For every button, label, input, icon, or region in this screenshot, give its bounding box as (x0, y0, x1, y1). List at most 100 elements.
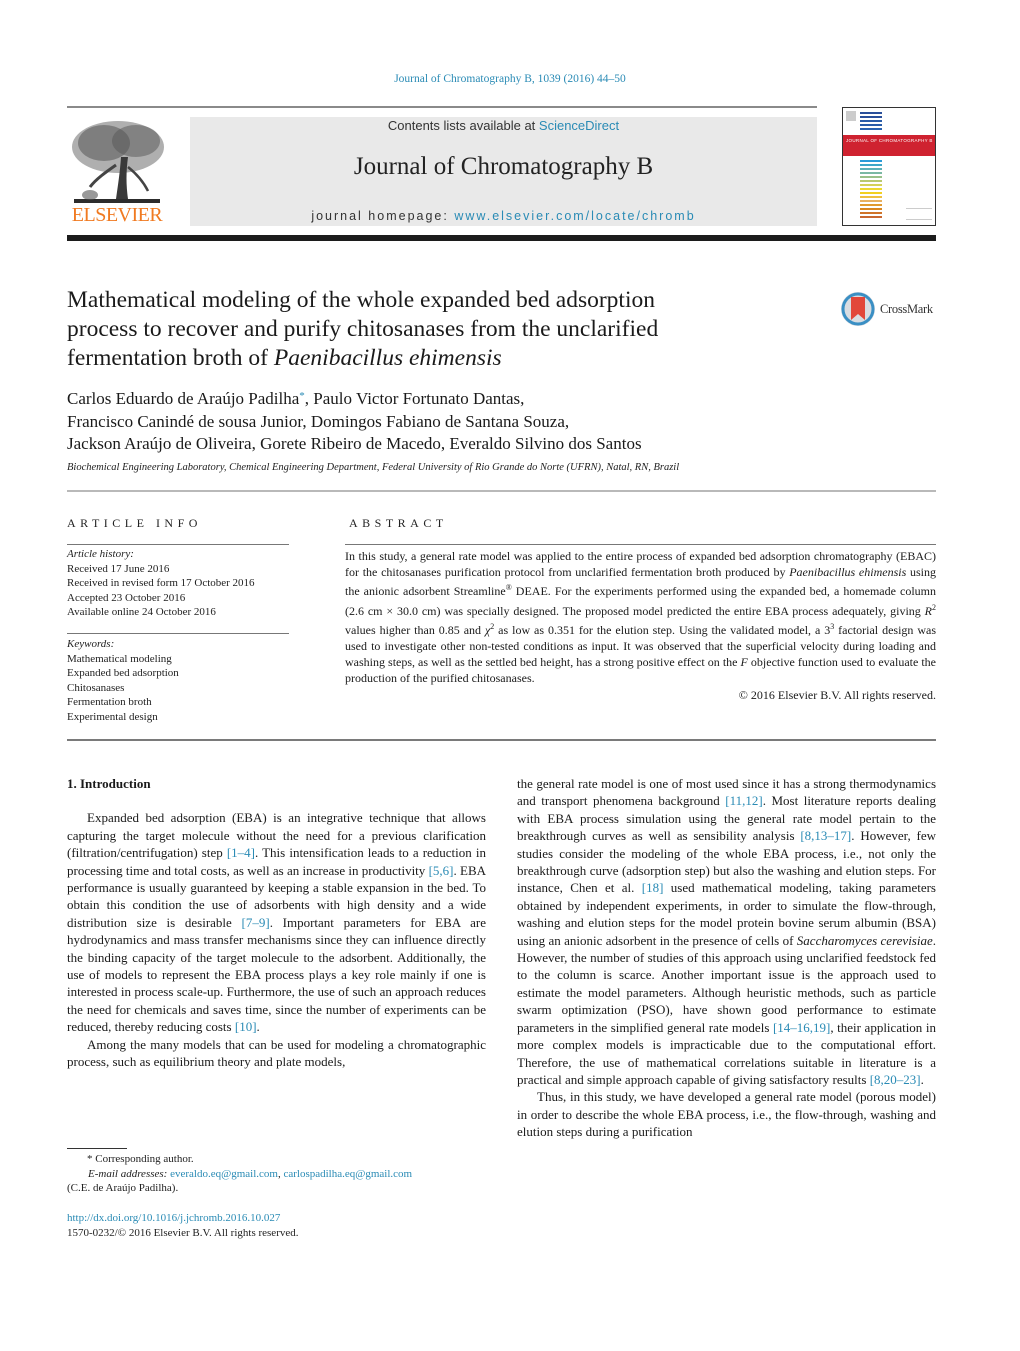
citation-link[interactable]: [8,13–17] (800, 828, 851, 843)
body-paragraph: the general rate model is one of most us… (517, 775, 936, 1088)
keywords: Keywords: Mathematical modeling Expanded… (67, 637, 179, 724)
email-link[interactable]: carlospadilha.eq@gmail.com (283, 1168, 412, 1180)
body-text: . Important parameters for EBA are hydro… (67, 914, 486, 1035)
email-owner: (C.E. de Araújo Padilha). (67, 1182, 179, 1194)
cover-stripe (860, 128, 882, 130)
journal-title: Journal of Chromatography B (353, 153, 654, 180)
sciencedirect-link[interactable]: ScienceDirect (539, 118, 619, 133)
body-paragraph: Expanded bed adsorption (EBA) is an inte… (67, 809, 486, 1035)
email-label: E-mail addresses: (88, 1167, 171, 1180)
citation-link[interactable]: [10] (235, 1019, 257, 1034)
author-names: , Paulo Victor Fortunato Dantas, (304, 389, 525, 408)
title-text: fermentation broth of (67, 345, 274, 371)
cover-stripe (860, 116, 882, 118)
homepage-prefix: journal homepage: (311, 209, 455, 223)
elsevier-wordmark: ELSEVIER (71, 204, 163, 226)
keyword-item: Expanded bed adsorption (67, 667, 179, 679)
keyword-item: Mathematical modeling (67, 652, 172, 665)
author-name[interactable]: Carlos Eduardo de Araújo Padilha (67, 389, 299, 408)
body-paragraph: Among the many models that can be used f… (67, 1036, 486, 1070)
keyword-item: Fermentation broth (67, 696, 152, 708)
article-title: Mathematical modeling of the whole expan… (67, 286, 827, 373)
author-list: Carlos Eduardo de Araújo Padilha*, Paulo… (67, 385, 827, 456)
homepage-link[interactable]: www.elsevier.com/locate/chromb (454, 209, 695, 223)
abstract-heading: ABSTRACT (349, 516, 448, 530)
email-link[interactable]: everaldo.eq@gmail.com (170, 1168, 278, 1180)
cover-title-band: JOURNAL OF CHROMATOGRAPHY B (843, 135, 935, 156)
journal-cover-thumbnail[interactable]: JOURNAL OF CHROMATOGRAPHY B (842, 107, 936, 226)
citation-link[interactable]: [5,6] (429, 863, 454, 878)
citation-link[interactable]: [18] (642, 880, 664, 895)
history-item: Available online 24 October 2016 (67, 606, 216, 618)
cover-stripe (860, 172, 882, 174)
keywords-divider (67, 633, 289, 634)
abstract-text: values higher than 0.85 and (345, 622, 485, 637)
citation-link[interactable]: [1–4] (227, 845, 255, 860)
footnotes: * Corresponding author. E-mail addresses… (67, 1152, 497, 1196)
citation-link[interactable]: [14–16,19] (773, 1020, 830, 1035)
abstract-body: In this study, a general rate model was … (345, 548, 936, 703)
citation-link[interactable]: [7–9] (242, 915, 270, 930)
cover-mini-logo (846, 111, 856, 121)
issn-copyright: 1570-0232/© 2016 Elsevier B.V. All right… (67, 1226, 299, 1239)
history-item: Accepted 23 October 2016 (67, 591, 186, 604)
cover-stripe (860, 124, 882, 126)
crossmark-badge[interactable]: CrossMark (840, 291, 940, 329)
journal-citation-link[interactable]: Journal of Chromatography B, 1039 (2016)… (0, 73, 1020, 85)
cover-stripe (860, 212, 882, 214)
abstract-text: as low as 0.351 for the elution step. Us… (494, 622, 831, 637)
cover-stripe (860, 168, 882, 170)
abstract-divider (345, 544, 936, 545)
section-heading: 1. Introduction (67, 776, 151, 791)
article-history-label: Article history: (67, 548, 134, 560)
cover-stripe (860, 196, 882, 198)
elsevier-logo[interactable]: ELSEVIER (66, 117, 168, 227)
crossmark-icon (841, 292, 875, 326)
body-text: . (920, 1071, 924, 1087)
cover-stripe (860, 204, 882, 206)
cover-title: JOURNAL OF CHROMATOGRAPHY B (846, 138, 933, 143)
superscript: 2 (932, 602, 936, 612)
cover-stripe (860, 112, 882, 114)
homepage-line: journal homepage: www.elsevier.com/locat… (190, 209, 817, 223)
title-line: Mathematical modeling of the whole expan… (67, 287, 655, 313)
f-symbol: F (740, 655, 748, 670)
cover-stripe (860, 120, 882, 122)
doi-block: http://dx.doi.org/10.1016/j.jchromb.2016… (67, 1211, 497, 1240)
body-column-right: the general rate model is one of most us… (517, 775, 936, 1141)
contents-prefix: Contents lists available at (387, 118, 539, 133)
body-column-left: 1. Introduction Expanded bed adsorption … (67, 775, 486, 1071)
email-line: E-mail addresses: everaldo.eq@gmail.com,… (67, 1167, 497, 1182)
author-line: Carlos Eduardo de Araújo Padilha*, Paulo… (67, 385, 827, 411)
cover-stripe (860, 176, 882, 178)
article-history: Article history: Received 17 June 2016 R… (67, 547, 255, 620)
author-line: Jackson Araújo de Oliveira, Gorete Ribei… (67, 434, 642, 453)
cover-stripe (860, 184, 882, 186)
cover-stripe (860, 192, 882, 194)
affiliation-divider (67, 490, 936, 492)
cover-stripe (860, 188, 882, 190)
cover-stripe (860, 160, 882, 162)
header-thick-rule (67, 235, 936, 241)
citation-link[interactable]: [11,12] (725, 793, 762, 808)
species-name: Paenibacillus ehimensis (789, 565, 907, 580)
title-line: process to recover and purify chitosanas… (67, 316, 659, 342)
species-name: Paenibacillus ehimensis (273, 345, 502, 371)
doi-link[interactable]: http://dx.doi.org/10.1016/j.jchromb.2016… (67, 1211, 497, 1226)
contents-line: Contents lists available at ScienceDirec… (190, 118, 817, 133)
corresponding-author-note: * Corresponding author. (87, 1153, 194, 1165)
body-text: . (256, 1019, 260, 1035)
cover-stripe (860, 200, 882, 202)
body-paragraph: Thus, in this study, we have developed a… (517, 1089, 936, 1140)
abstract-copyright: © 2016 Elsevier B.V. All rights reserved… (738, 687, 936, 702)
title-line: fermentation broth of Paenibacillus ehim… (67, 344, 827, 373)
crossmark-label: CrossMark (880, 302, 933, 316)
history-item: Received 17 June 2016 (67, 562, 170, 575)
journal-masthead: Contents lists available at ScienceDirec… (190, 117, 817, 226)
cover-stripe (860, 216, 882, 218)
citation-link[interactable]: [8,20–23] (870, 1072, 921, 1087)
keywords-label: Keywords: (67, 638, 115, 650)
r-symbol: R (924, 603, 932, 618)
abstract-end-divider (67, 739, 936, 741)
keyword-item: Experimental design (67, 710, 158, 723)
